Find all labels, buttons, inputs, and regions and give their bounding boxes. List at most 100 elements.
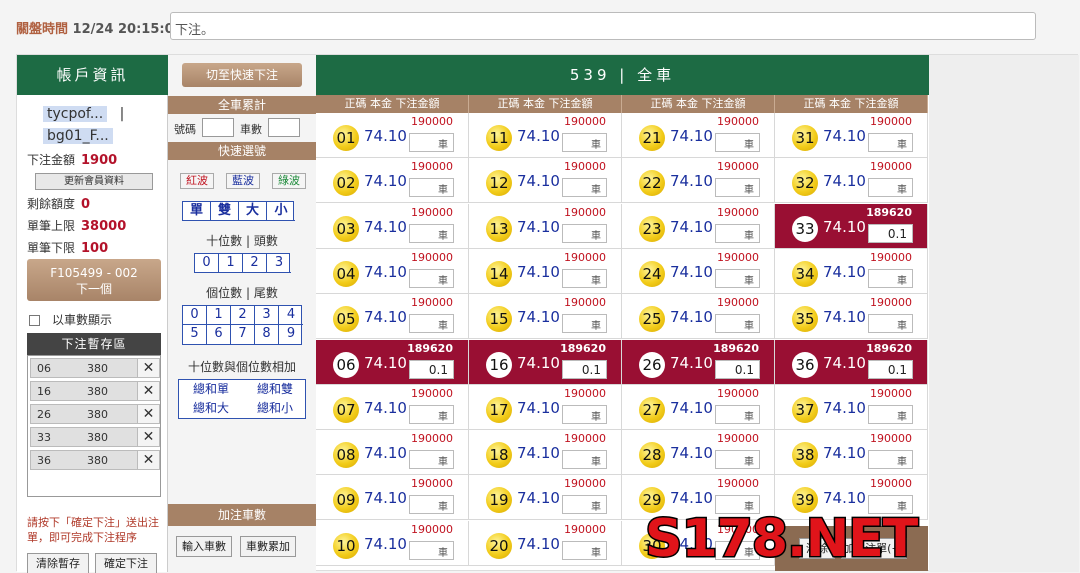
- bet-amount-input[interactable]: 車: [409, 450, 454, 470]
- number-cell[interactable]: 05 74.10 190000 車: [316, 294, 469, 340]
- number-ball[interactable]: 31: [792, 125, 818, 151]
- number-ball[interactable]: 37: [792, 396, 818, 423]
- sum-option[interactable]: 總和單: [179, 380, 243, 399]
- bet-amount-input[interactable]: 車: [715, 450, 760, 470]
- number-cell[interactable]: 04 74.10 190000 車: [316, 248, 469, 294]
- number-ball[interactable]: 11: [486, 125, 512, 151]
- bet-amount-input[interactable]: 車: [562, 495, 607, 515]
- number-ball[interactable]: 22: [639, 170, 665, 197]
- number-ball[interactable]: 08: [333, 442, 359, 469]
- number-cell[interactable]: 18 74.10 190000 車: [469, 430, 622, 476]
- bet-amount-input[interactable]: 0.1: [562, 359, 607, 379]
- wave-button[interactable]: 紅波: [180, 173, 214, 189]
- number-cell[interactable]: 31 74.10 190000 車: [775, 113, 928, 158]
- units-option[interactable]: 6: [207, 325, 231, 344]
- number-cell[interactable]: 17 74.10 190000 車: [469, 384, 622, 430]
- bet-amount-input[interactable]: 0.1: [715, 359, 760, 379]
- wave-button[interactable]: 綠波: [272, 173, 306, 189]
- clear-temp-button[interactable]: 清除暫存: [27, 553, 89, 573]
- units-option[interactable]: 9: [279, 325, 303, 344]
- number-ball[interactable]: 35: [792, 306, 818, 333]
- units-option[interactable]: 2: [231, 306, 255, 325]
- number-cell[interactable]: 32 74.10 190000 車: [775, 158, 928, 204]
- units-option[interactable]: 3: [255, 306, 279, 325]
- number-cell[interactable]: 27 74.10 190000 車: [622, 384, 775, 430]
- number-cell[interactable]: 10 74.10 190000 車: [316, 520, 469, 566]
- bet-amount-input[interactable]: 車: [409, 178, 454, 198]
- number-ball[interactable]: 33: [792, 215, 818, 242]
- next-button[interactable]: F105499 - 002 下一個: [27, 259, 161, 301]
- bet-amount-input[interactable]: 0.1: [868, 359, 913, 379]
- number-cell[interactable]: 12 74.10 190000 車: [469, 158, 622, 204]
- number-ball[interactable]: 26: [639, 351, 665, 378]
- remove-icon[interactable]: ✕: [137, 451, 159, 469]
- number-ball[interactable]: 38: [792, 442, 818, 469]
- sum-option[interactable]: 總和大: [179, 399, 243, 418]
- number-cell[interactable]: 21 74.10 190000 車: [622, 113, 775, 158]
- number-cell[interactable]: 23 74.10 190000 車: [622, 203, 775, 249]
- bet-amount-input[interactable]: 車: [868, 450, 913, 470]
- units-option[interactable]: 4: [279, 306, 303, 325]
- tens-option[interactable]: 2: [243, 254, 267, 273]
- number-ball[interactable]: 03: [333, 215, 359, 242]
- confirm-bet-button[interactable]: 確定下注: [95, 553, 157, 573]
- number-ball[interactable]: 20: [486, 532, 512, 559]
- bet-amount-input[interactable]: 車: [562, 540, 607, 560]
- bet-amount-input[interactable]: 車: [409, 133, 454, 152]
- tens-option[interactable]: 3: [267, 254, 291, 273]
- bet-amount-input[interactable]: 車: [409, 268, 454, 288]
- number-ball[interactable]: 13: [486, 215, 512, 242]
- number-ball[interactable]: 18: [486, 442, 512, 469]
- number-cell[interactable]: 26 74.10 189620 0.1: [622, 339, 775, 385]
- remove-icon[interactable]: ✕: [137, 359, 159, 377]
- bet-amount-input[interactable]: 車: [715, 314, 760, 334]
- update-member-button[interactable]: 更新會員資料: [35, 173, 153, 190]
- number-ball[interactable]: 28: [639, 442, 665, 469]
- number-cell[interactable]: 11 74.10 190000 車: [469, 113, 622, 158]
- bet-amount-input[interactable]: 車: [562, 404, 607, 424]
- checkbox-icon[interactable]: [29, 315, 40, 326]
- bet-amount-input[interactable]: 車: [562, 268, 607, 288]
- number-input[interactable]: [202, 118, 234, 137]
- units-option[interactable]: 5: [183, 325, 207, 344]
- number-cell[interactable]: 36 74.10 189620 0.1: [775, 339, 928, 385]
- tens-option[interactable]: 1: [219, 254, 243, 273]
- cars-input[interactable]: [268, 118, 300, 137]
- bet-amount-input[interactable]: 車: [715, 133, 760, 152]
- odd-even-big-small-option[interactable]: 單: [183, 202, 211, 221]
- units-option[interactable]: 7: [231, 325, 255, 344]
- number-cell[interactable]: 03 74.10 190000 車: [316, 203, 469, 249]
- show-by-car-checkbox[interactable]: 以車數顯示: [29, 311, 112, 328]
- number-cell[interactable]: 25 74.10 190000 車: [622, 294, 775, 340]
- bet-amount-input[interactable]: 0.1: [868, 223, 913, 243]
- number-cell[interactable]: 06 74.10 189620 0.1: [316, 339, 469, 385]
- bet-amount-input[interactable]: 車: [562, 178, 607, 198]
- number-ball[interactable]: 17: [486, 396, 512, 423]
- number-cell[interactable]: 15 74.10 190000 車: [469, 294, 622, 340]
- bet-amount-input[interactable]: 車: [409, 314, 454, 334]
- number-cell[interactable]: 35 74.10 190000 車: [775, 294, 928, 340]
- number-ball[interactable]: 04: [333, 260, 359, 287]
- bet-amount-input[interactable]: 車: [715, 404, 760, 424]
- number-ball[interactable]: 24: [639, 260, 665, 287]
- number-cell[interactable]: 09 74.10 190000 車: [316, 475, 469, 521]
- number-ball[interactable]: 10: [333, 532, 359, 559]
- number-ball[interactable]: 34: [792, 260, 818, 287]
- number-ball[interactable]: 19: [486, 487, 512, 514]
- number-ball[interactable]: 21: [639, 125, 665, 151]
- bet-amount-input[interactable]: 車: [409, 495, 454, 515]
- bet-amount-input[interactable]: 車: [715, 223, 760, 243]
- bet-amount-input[interactable]: 車: [562, 223, 607, 243]
- bet-amount-input[interactable]: 車: [409, 404, 454, 424]
- remove-icon[interactable]: ✕: [137, 428, 159, 446]
- number-ball[interactable]: 12: [486, 170, 512, 197]
- number-ball[interactable]: 07: [333, 396, 359, 423]
- bet-amount-input[interactable]: 車: [562, 133, 607, 152]
- number-cell[interactable]: 07 74.10 190000 車: [316, 384, 469, 430]
- odd-even-big-small-option[interactable]: 雙: [211, 202, 239, 221]
- switch-fast-bet-button[interactable]: 切至快速下注: [182, 63, 302, 87]
- number-cell[interactable]: 38 74.10 190000 車: [775, 430, 928, 476]
- number-ball[interactable]: 14: [486, 260, 512, 287]
- wave-button[interactable]: 藍波: [226, 173, 260, 189]
- bet-amount-input[interactable]: 車: [868, 178, 913, 198]
